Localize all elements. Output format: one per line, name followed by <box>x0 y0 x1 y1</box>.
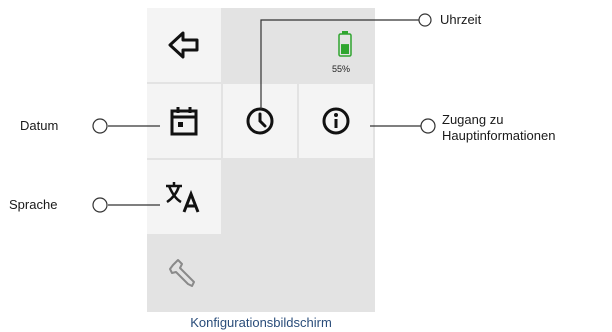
callout-datum-label: Datum <box>20 118 59 133</box>
time-button[interactable] <box>223 84 297 158</box>
info-button[interactable] <box>299 84 373 158</box>
callout-zugang-connector <box>370 118 436 134</box>
back-arrow-icon <box>166 30 202 60</box>
wrench-icon <box>167 256 201 290</box>
back-button[interactable] <box>147 8 221 82</box>
callout-uhrzeit-label: Uhrzeit <box>440 12 482 27</box>
language-button[interactable] <box>147 160 221 234</box>
battery-percent: 55% <box>331 64 350 74</box>
callout-sprache-label: Sprache <box>9 197 58 212</box>
figure-caption: Konfigurationsbildschirm <box>190 315 332 330</box>
battery-icon <box>302 31 372 64</box>
callout-zugang-label-line1: Zugang zu <box>442 112 504 127</box>
calendar-icon <box>167 104 201 138</box>
info-icon <box>320 105 352 137</box>
date-button[interactable] <box>147 84 221 158</box>
translate-icon <box>164 180 204 214</box>
callout-zugang-label-line2: Hauptinformationen <box>442 128 556 143</box>
tools-button[interactable] <box>147 236 221 310</box>
clock-icon <box>244 105 276 137</box>
